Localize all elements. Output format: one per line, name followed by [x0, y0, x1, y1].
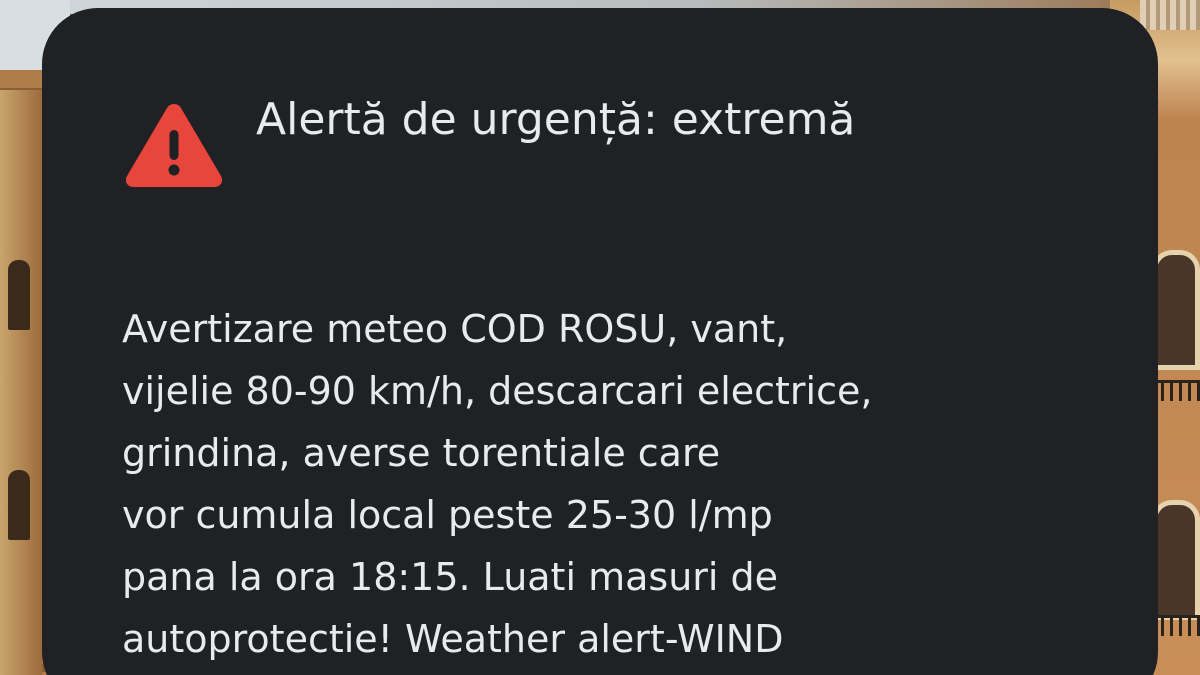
emergency-alert-dialog[interactable]: Alertă de urgență: extremă Avertizare me…	[42, 8, 1158, 675]
background-ornament	[1140, 0, 1200, 30]
background-balcony	[1152, 380, 1200, 401]
background-arch-window	[1152, 500, 1200, 620]
alert-message-line: grindina, averse torentiale care	[122, 431, 721, 475]
alert-header: Alertă de urgență: extremă	[124, 80, 896, 190]
alert-message[interactable]: Avertizare meteo COD ROSU, vant, vijelie…	[122, 298, 1102, 670]
background-window	[8, 470, 30, 540]
alert-title: Alertă de urgență: extremă	[256, 94, 856, 145]
warning-triangle-icon	[125, 104, 223, 187]
alert-message-line: vor cumula local peste 25-30 l/mp	[122, 493, 773, 537]
background-window	[8, 260, 30, 330]
alert-message-line: vijelie 80-90 km/h, descarcari electrice…	[122, 369, 873, 413]
background-arch-window	[1152, 250, 1200, 370]
alert-message-line: Avertizare meteo COD ROSU, vant,	[122, 307, 788, 351]
alert-message-line: autoprotectie! Weather alert-WIND	[122, 617, 784, 661]
alert-message-line: pana la ora 18:15. Luati masuri de	[122, 555, 779, 599]
background-balcony	[1152, 615, 1200, 636]
background-pillar	[0, 90, 42, 675]
